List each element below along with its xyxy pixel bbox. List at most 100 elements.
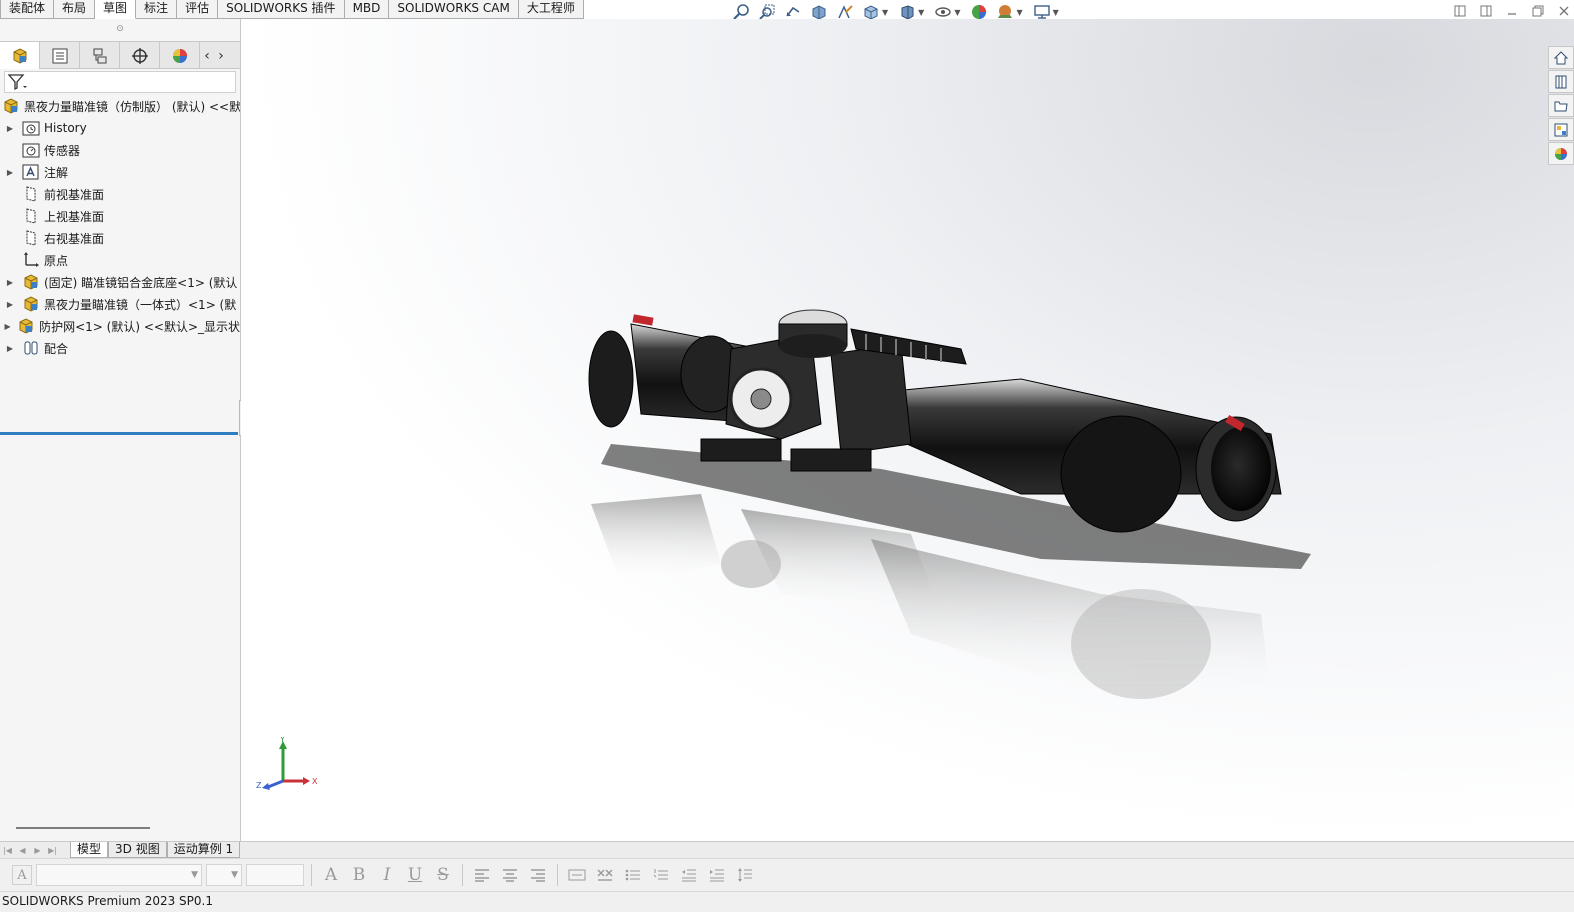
fit-text-icon[interactable] [565,864,589,886]
tree-item[interactable]: 传感器 [0,139,240,161]
close-icon[interactable] [1554,2,1574,20]
text-spacing-icon[interactable] [593,864,617,886]
tree-item[interactable]: ▶ 防护网<1> (默认) <<默认>_显示状 [0,315,240,337]
command-tab[interactable]: 装配体 [0,0,55,19]
font-points-field[interactable] [246,864,304,886]
font-color-button[interactable]: A [319,864,343,886]
chevron-down-icon[interactable]: ▼ [918,8,924,17]
command-tab[interactable]: 草图 [95,0,137,19]
align-left-icon[interactable] [470,864,494,886]
command-tab[interactable]: SOLIDWORKS CAM [389,0,519,19]
tab-scroll-left-icon[interactable]: ‹ [200,42,214,69]
tree-item-label: 上视基准面 [44,209,105,224]
font-family-select[interactable]: ▼ [36,864,202,886]
expand-arrow-icon[interactable]: ▶ [4,322,11,331]
tree-item-label: 传感器 [44,143,81,158]
filter-icon[interactable] [7,72,29,92]
expand-arrow-icon[interactable]: ▶ [4,344,16,353]
sensor-folder-icon [22,141,40,159]
command-tab[interactable]: MBD [344,0,390,19]
chevron-down-icon[interactable]: ▼ [1053,8,1059,17]
model-tab[interactable]: 模型 [70,842,109,858]
expand-arrow-icon[interactable]: ▶ [4,124,16,133]
tree-item[interactable]: ▶ (固定) 瞄准镜铝合金底座<1> (默认 [0,271,240,293]
dimxpert-tab[interactable] [120,42,160,69]
model-tab[interactable]: 3D 视图 [108,842,167,858]
tree-item-label: 右视基准面 [44,231,105,246]
tree-item-label: History [44,121,87,135]
part-icon [22,295,40,313]
tree-item-label: 黑夜力量瞄准镜（一体式）<1> (默 [44,297,237,312]
display-manager-tab[interactable] [160,42,200,69]
tab-scroll-right-icon[interactable]: › [214,42,228,69]
triad-x-label: X [312,777,318,786]
last-tab-icon[interactable]: ▶| [45,842,60,858]
tree-item[interactable]: 右视基准面 [0,227,240,249]
minimize-icon[interactable] [1502,2,1522,20]
tree-item-label: 前视基准面 [44,187,105,202]
tile-right-icon[interactable] [1476,2,1496,20]
command-tab[interactable]: SOLIDWORKS 插件 [218,0,345,19]
decrease-indent-icon[interactable] [677,864,701,886]
prev-tab-icon[interactable]: ◀ [15,842,30,858]
tree-item[interactable]: 上视基准面 [0,205,240,227]
triad-z-label: Z [256,781,262,790]
first-tab-icon[interactable]: |◀ [0,842,15,858]
expand-arrow-icon[interactable]: ▶ [4,168,16,177]
text-style-icon[interactable]: A [12,865,32,885]
panel-drag-handle[interactable]: ⊙ [0,19,240,39]
strikethrough-button[interactable]: S [431,864,455,886]
view-palette-icon[interactable] [1548,118,1574,141]
configuration-manager-icon [93,48,106,63]
command-tab[interactable]: 评估 [177,0,219,19]
graphics-area[interactable]: Y X Z [241,19,1574,841]
annotations-icon [22,163,40,181]
tree-item[interactable]: ▶ History [0,117,240,139]
tree-root-assembly[interactable]: 黑夜力量瞄准镜（仿制版） (默认) <<默 [0,95,240,117]
configuration-manager-tab[interactable] [80,42,120,69]
next-tab-icon[interactable]: ▶ [30,842,45,858]
home-icon[interactable] [1548,46,1574,69]
command-tab[interactable]: 标注 [136,0,178,19]
command-tab[interactable]: 大工程师 [518,0,584,19]
expand-arrow-icon[interactable]: ▶ [4,300,16,309]
feature-manager-tab[interactable] [0,42,40,69]
feature-manager-panel: ⊙ ‹ › 黑夜力量瞄准镜（仿制版） (默认) <<默 ▶ History 传感… [0,19,241,841]
tree-item[interactable]: 前视基准面 [0,183,240,205]
tree-item[interactable]: ▶ 配合 [0,337,240,359]
align-center-icon[interactable] [498,864,522,886]
chevron-down-icon[interactable]: ▼ [1016,8,1022,17]
increase-indent-icon[interactable] [705,864,729,886]
chevron-down-icon[interactable]: ▼ [954,8,960,17]
design-library-icon[interactable] [1548,70,1574,93]
line-spacing-icon[interactable] [733,864,757,886]
dimxpert-icon [131,47,148,64]
task-pane [1548,46,1574,165]
panel-horizontal-scrollbar[interactable] [16,827,150,829]
tree-item[interactable]: ▶ 注解 [0,161,240,183]
tree-item[interactable]: 原点 [0,249,240,271]
tile-left-icon[interactable] [1450,2,1470,20]
chevron-down-icon[interactable]: ▼ [882,8,888,17]
expand-arrow-icon[interactable]: ▶ [4,278,16,287]
font-size-select[interactable]: ▼ [206,864,242,886]
bold-button[interactable]: B [347,864,371,886]
mates-icon [22,339,40,357]
restore-icon[interactable] [1528,2,1548,20]
file-explorer-icon[interactable] [1548,94,1574,117]
tree-item[interactable]: ▶ 黑夜力量瞄准镜（一体式）<1> (默 [0,293,240,315]
numbering-icon[interactable] [649,864,673,886]
origin-icon [22,251,40,269]
feature-tree: 黑夜力量瞄准镜（仿制版） (默认) <<默 ▶ History 传感器 ▶ 注解前视基准… [0,95,240,435]
align-right-icon[interactable] [526,864,550,886]
appearances-icon[interactable] [1548,142,1574,165]
tree-filter-field[interactable] [4,71,236,93]
bullets-icon[interactable] [621,864,645,886]
italic-button[interactable]: I [375,864,399,886]
tree-item-label: 防护网<1> (默认) <<默认>_显示状 [39,319,240,334]
underline-button[interactable]: U [403,864,427,886]
command-tab[interactable]: 布局 [54,0,96,19]
property-manager-tab[interactable] [40,42,80,69]
model-tab[interactable]: 运动算例 1 [166,842,241,858]
status-text: SOLIDWORKS Premium 2023 SP0.1 [2,894,213,908]
